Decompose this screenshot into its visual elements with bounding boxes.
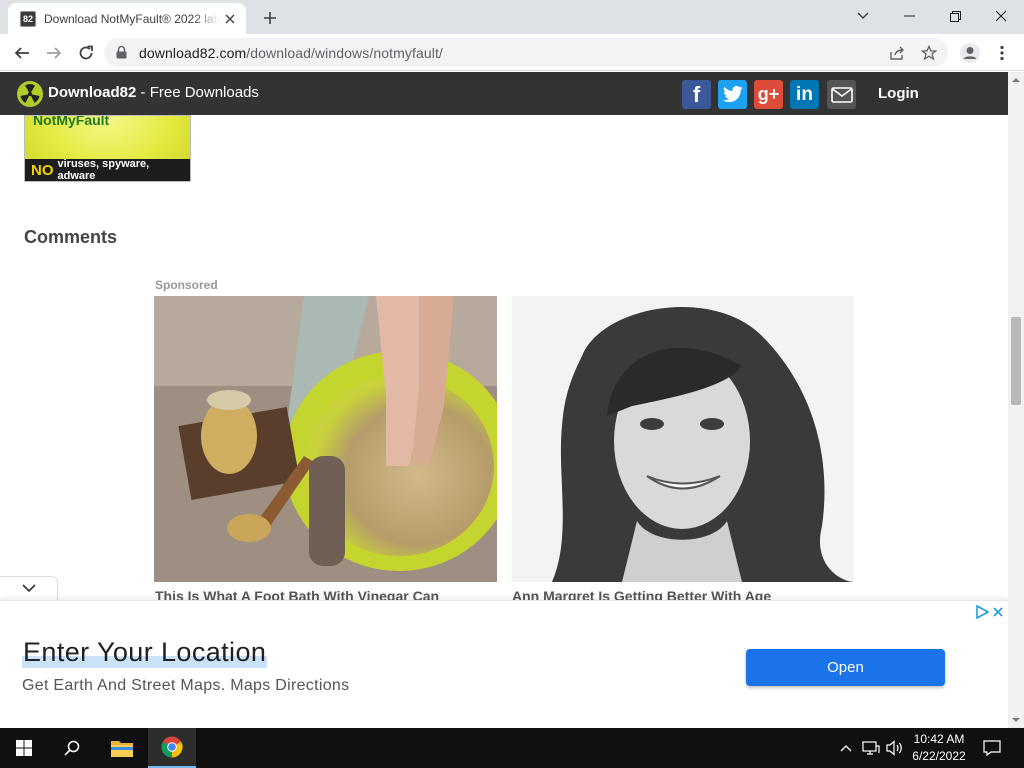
- twitter-icon[interactable]: [718, 80, 747, 109]
- ad-headline[interactable]: Enter Your Location: [22, 637, 268, 668]
- notification-icon[interactable]: [982, 738, 1002, 758]
- comments-heading: Comments: [24, 227, 118, 247]
- bottom-ad-banner[interactable]: Enter Your Location Get Earth And Street…: [0, 600, 1008, 728]
- network-icon[interactable]: [861, 738, 881, 758]
- windows-taskbar: 10:42 AM 6/22/2022: [0, 728, 1024, 768]
- badge-no-text: NO: [31, 161, 54, 179]
- email-icon[interactable]: [827, 80, 856, 109]
- tab-search-chevron-down-icon[interactable]: [840, 0, 886, 32]
- adchoices-icon[interactable]: [975, 605, 989, 619]
- facebook-icon[interactable]: f: [682, 80, 711, 109]
- tab-strip: 82 Download NotMyFault® 2022 latest: [0, 0, 1024, 34]
- profile-avatar-icon[interactable]: [956, 39, 984, 67]
- scroll-down-icon[interactable]: [1012, 716, 1020, 724]
- reload-icon[interactable]: [72, 39, 100, 67]
- browser-menu-icon[interactable]: [988, 39, 1016, 67]
- radiation-logo-icon[interactable]: [17, 81, 43, 107]
- sponsored-label: Sponsored: [155, 278, 218, 292]
- site-title[interactable]: Download82 - Free Downloads: [48, 84, 259, 101]
- bookmark-star-icon[interactable]: [920, 44, 938, 62]
- forward-arrow-icon[interactable]: [40, 39, 68, 67]
- share-icon[interactable]: [888, 44, 906, 62]
- browser-tab[interactable]: 82 Download NotMyFault® 2022 latest: [8, 3, 246, 34]
- file-explorer-icon[interactable]: [98, 728, 146, 768]
- lock-icon: [116, 46, 127, 59]
- site-favicon-icon: 82: [20, 10, 36, 27]
- scrollbar-thumb[interactable]: [1011, 317, 1021, 405]
- linkedin-icon[interactable]: in: [790, 80, 819, 109]
- close-window-icon[interactable]: [978, 0, 1024, 32]
- chevron-down-icon: [21, 584, 36, 593]
- windows-start-icon[interactable]: [0, 728, 48, 768]
- clock-date: 6/22/2022: [912, 749, 966, 763]
- ad-subtext[interactable]: Get Earth And Street Maps. Maps Directio…: [22, 677, 349, 695]
- product-box-image: NotMyFault NO viruses, spyware, adware: [24, 115, 191, 182]
- volume-icon[interactable]: [885, 738, 905, 758]
- chevron-up-icon[interactable]: [836, 738, 856, 758]
- malware-free-badge: NO viruses, spyware, adware: [25, 158, 190, 182]
- scroll-up-icon[interactable]: [1012, 76, 1020, 84]
- collapse-ad-button[interactable]: [0, 576, 58, 600]
- google-plus-icon[interactable]: g+: [754, 80, 783, 109]
- close-tab-icon[interactable]: [222, 11, 238, 27]
- page-content: Download82 - Free Downloads f g+ in Logi…: [0, 72, 1008, 728]
- badge-text: viruses, spyware, adware: [57, 158, 150, 182]
- system-clock[interactable]: 10:42 AM 6/22/2022: [906, 731, 972, 765]
- ad-open-button[interactable]: Open: [746, 649, 945, 686]
- sponsored-card-image-foot-bath[interactable]: [154, 296, 497, 582]
- url-text: download82.com/download/windows/notmyfau…: [139, 44, 443, 61]
- page-scrollbar[interactable]: [1008, 72, 1024, 728]
- close-ad-icon[interactable]: [992, 605, 1004, 619]
- tab-title: Download NotMyFault® 2022 latest: [44, 11, 220, 26]
- minimize-icon[interactable]: [886, 0, 932, 32]
- browser-toolbar: download82.com/download/windows/notmyfau…: [0, 34, 1024, 71]
- product-name: NotMyFault: [33, 115, 110, 128]
- restore-icon[interactable]: [932, 0, 978, 32]
- clock-time: 10:42 AM: [913, 732, 965, 746]
- site-header: Download82 - Free Downloads f g+ in Logi…: [0, 72, 1008, 115]
- login-link[interactable]: Login: [878, 85, 919, 102]
- sponsored-card-image-portrait[interactable]: [512, 296, 854, 582]
- address-bar[interactable]: download82.com/download/windows/notmyfau…: [104, 38, 948, 67]
- search-icon[interactable]: [48, 728, 96, 768]
- back-arrow-icon[interactable]: [8, 39, 36, 67]
- new-tab-button[interactable]: [258, 6, 282, 30]
- chrome-taskbar-icon[interactable]: [148, 728, 196, 768]
